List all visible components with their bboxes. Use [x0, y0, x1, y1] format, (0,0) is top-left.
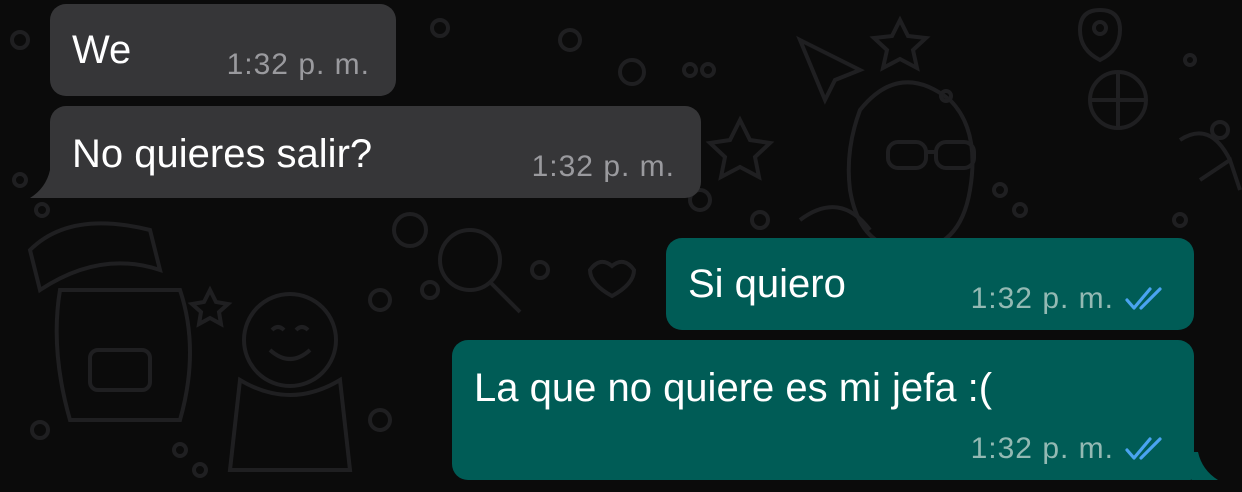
double-check-icon — [1124, 286, 1168, 312]
outgoing-bubble-tail — [1192, 452, 1218, 480]
message-text: Si quiero — [688, 262, 846, 306]
outgoing-message[interactable]: Si quiero 1:32 p. m. — [666, 238, 1194, 330]
double-check-icon — [1124, 436, 1168, 462]
message-timestamp: 1:32 p. m. — [531, 150, 675, 183]
incoming-message[interactable]: No quieres salir? 1:32 p. m. — [50, 106, 701, 198]
message-meta: 1:32 p. m. — [227, 48, 370, 82]
message-meta: 1:32 p. m. — [971, 282, 1168, 316]
message-timestamp: 1:32 p. m. — [970, 282, 1114, 315]
incoming-message[interactable]: We 1:32 p. m. — [50, 4, 396, 96]
message-timestamp: 1:32 p. m. — [970, 432, 1114, 465]
chat-area: We 1:32 p. m. No quieres salir? 1:32 p. … — [0, 0, 1242, 492]
message-text: We — [72, 28, 132, 72]
message-timestamp: 1:32 p. m. — [226, 48, 370, 81]
message-text: No quieres salir? — [72, 132, 373, 176]
message-meta: 1:32 p. m. — [971, 432, 1168, 466]
incoming-bubble-tail — [30, 170, 56, 198]
outgoing-message[interactable]: La que no quiere es mi jefa :( 1:32 p. m… — [452, 340, 1194, 480]
message-meta: 1:32 p. m. — [532, 150, 675, 184]
message-text: La que no quiere es mi jefa :( — [474, 366, 993, 410]
